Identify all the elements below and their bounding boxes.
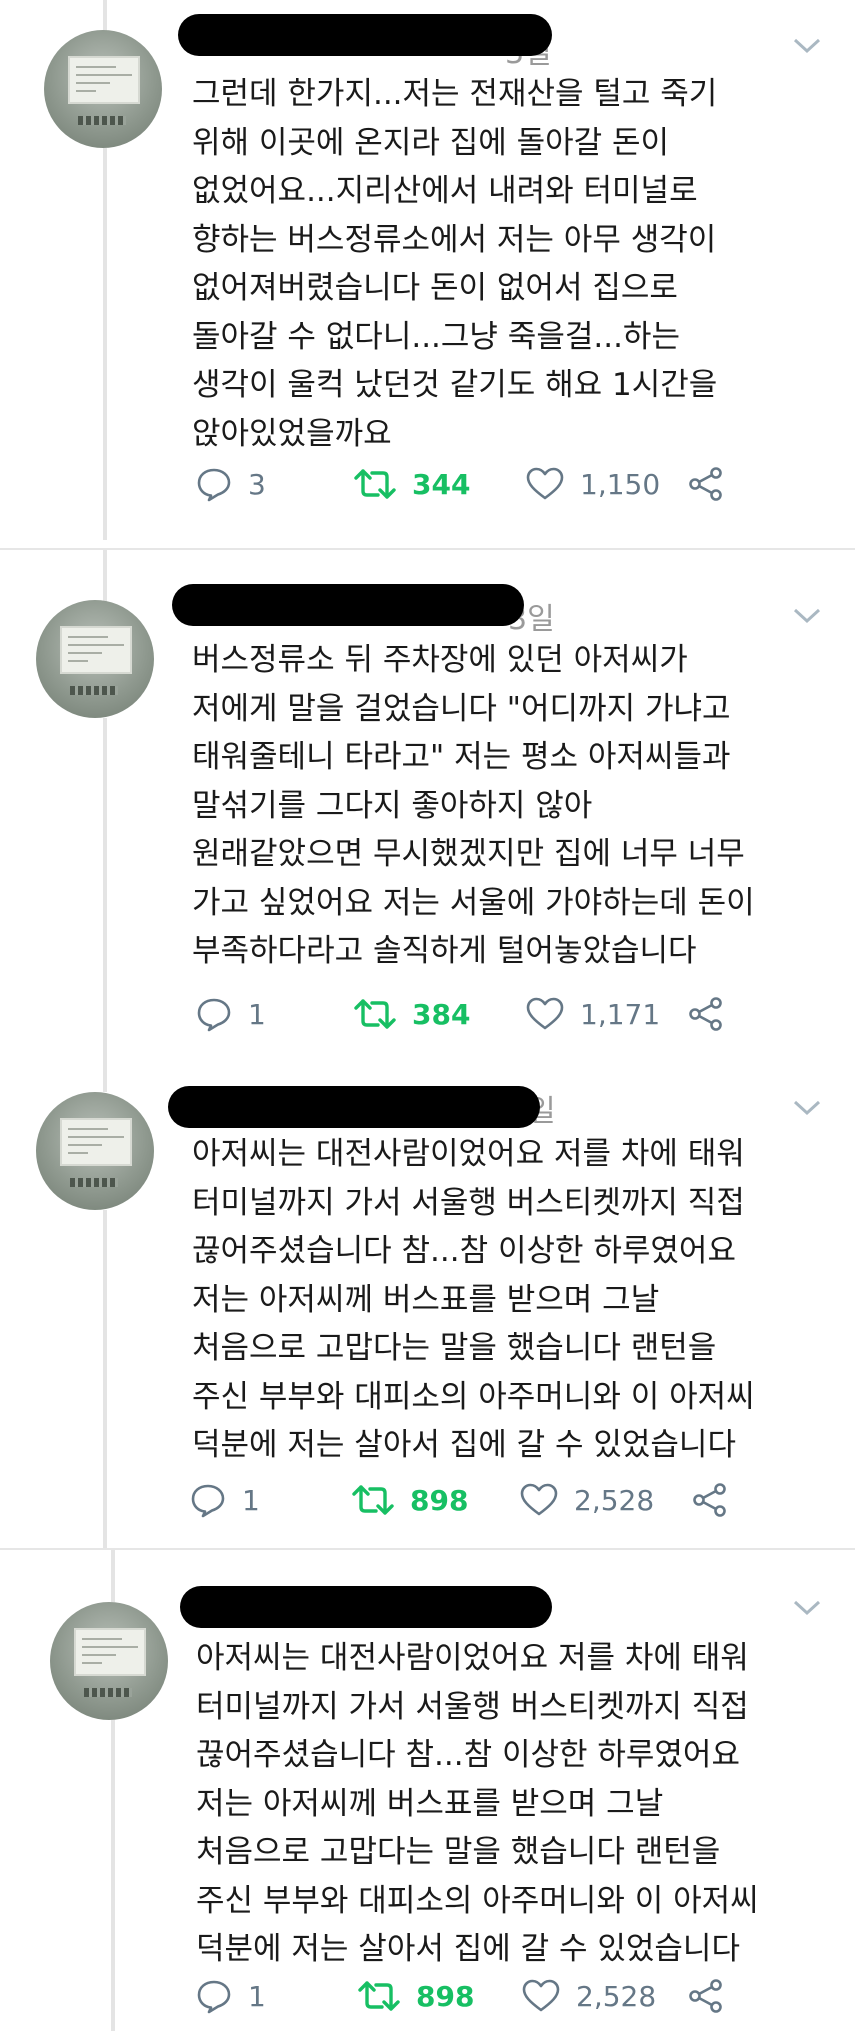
redacted-username [180, 1586, 552, 1628]
share-icon [689, 467, 722, 501]
chevron-down-icon[interactable] [792, 36, 822, 56]
chevron-down-icon[interactable] [792, 1598, 822, 1618]
tweet-text: 아저씨는 대전사람이었어요 저를 차에 태워 터미널까지 가서 서울행 버스티켓… [192, 1136, 755, 1463]
retweet-button[interactable]: 898 [358, 1974, 474, 2018]
heart-icon [526, 997, 564, 1030]
reply-icon [191, 1484, 225, 1518]
thread-line [111, 1720, 115, 2031]
share-icon [689, 997, 722, 1031]
retweet-icon [354, 469, 396, 499]
avatar[interactable] [44, 30, 162, 148]
reply-icon [197, 468, 231, 502]
retweet-count: 384 [412, 997, 471, 1031]
tweet-text: 그런데 한가지...저는 전재산을 털고 죽기 위해 이곳에 온지라 집에 돌아… [192, 76, 718, 452]
tweet-2[interactable]: 3일 버스정류소 뒤 주차장에 있던 아저씨가 저에게 말을 걸었습니다 "어디… [0, 550, 855, 1070]
reply-button[interactable]: 1 [190, 1478, 260, 1522]
like-count: 1,150 [580, 467, 661, 501]
redacted-username [172, 584, 524, 626]
thread-line [103, 1210, 107, 1550]
share-button[interactable] [692, 1478, 728, 1522]
tweet-3[interactable]: 일 아저씨는 대전사람이었어요 저를 차에 태워 터미널까지 가서 서울행 버스… [0, 1070, 855, 1550]
share-button[interactable] [688, 462, 724, 506]
retweet-count: 898 [416, 1979, 475, 2013]
reply-button[interactable]: 1 [196, 1974, 266, 2018]
redacted-username [178, 14, 552, 56]
like-count: 2,528 [576, 1979, 657, 2013]
like-count: 1,171 [580, 997, 661, 1031]
chevron-down-icon[interactable] [792, 606, 822, 626]
like-button[interactable]: 2,528 [522, 1974, 656, 2018]
reply-icon [197, 1980, 231, 2014]
reply-button[interactable]: 3 [196, 462, 266, 506]
avatar[interactable] [50, 1602, 168, 1720]
tweet-1[interactable]: 3일 그런데 한가지...저는 전재산을 털고 죽기 위해 이곳에 온지라 집에… [0, 0, 855, 540]
tweet-4[interactable]: 아저씨는 대전사람이었어요 저를 차에 태워 터미널까지 가서 서울행 버스티켓… [0, 1550, 855, 2031]
thread-line [103, 1070, 107, 1092]
thread-line [111, 1550, 115, 1602]
reply-button[interactable]: 1 [196, 992, 266, 1036]
reply-count: 1 [248, 997, 266, 1031]
redacted-username [168, 1086, 540, 1128]
thread-line [103, 148, 107, 540]
retweet-button[interactable]: 344 [354, 462, 470, 506]
retweet-icon [354, 999, 396, 1029]
avatar[interactable] [36, 1092, 154, 1210]
retweet-button[interactable]: 384 [354, 992, 470, 1036]
thread-line [103, 718, 107, 1070]
reply-count: 1 [242, 1483, 260, 1517]
retweet-count: 344 [412, 467, 471, 501]
heart-icon [520, 1483, 558, 1516]
share-button[interactable] [688, 1974, 724, 2018]
like-button[interactable]: 1,171 [526, 992, 660, 1036]
heart-icon [522, 1979, 560, 2012]
thread-line [103, 550, 107, 604]
share-icon [693, 1483, 726, 1517]
retweet-button[interactable]: 898 [352, 1478, 468, 1522]
chevron-down-icon[interactable] [792, 1098, 822, 1118]
like-button[interactable]: 1,150 [526, 462, 660, 506]
heart-icon [526, 467, 564, 500]
share-button[interactable] [688, 992, 724, 1036]
retweet-count: 898 [410, 1483, 469, 1517]
retweet-icon [352, 1485, 394, 1515]
like-button[interactable]: 2,528 [520, 1478, 654, 1522]
reply-icon [197, 998, 231, 1032]
retweet-icon [358, 1981, 400, 2011]
reply-count: 3 [248, 467, 266, 501]
share-icon [689, 1979, 722, 2013]
reply-count: 1 [248, 1979, 266, 2013]
tweet-text: 아저씨는 대전사람이었어요 저를 차에 태워 터미널까지 가서 서울행 버스티켓… [196, 1640, 759, 1967]
like-count: 2,528 [574, 1483, 655, 1517]
tweet-text: 버스정류소 뒤 주차장에 있던 아저씨가 저에게 말을 걸었습니다 "어디까지 … [192, 642, 755, 969]
avatar[interactable] [36, 600, 154, 718]
